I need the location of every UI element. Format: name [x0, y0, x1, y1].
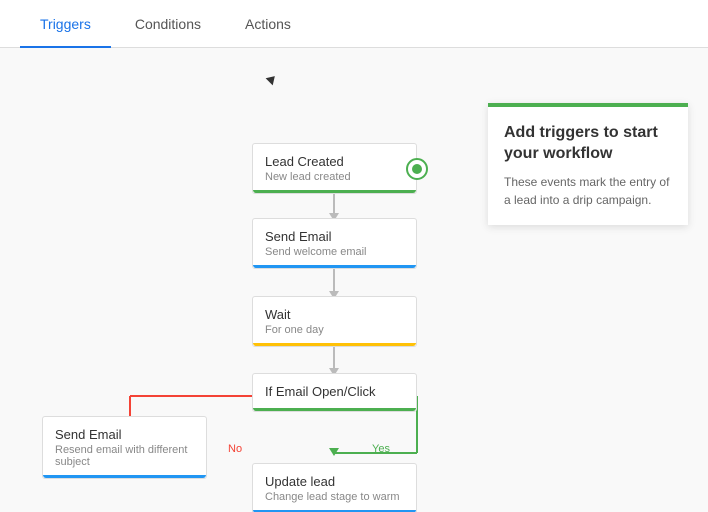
node-wait-bar	[253, 343, 416, 346]
node-if-email[interactable]: If Email Open/Click	[252, 373, 417, 412]
node-resend-email[interactable]: Send Email Resend email with different s…	[42, 416, 207, 479]
node-if-email-bar	[253, 408, 416, 411]
label-no: No	[228, 443, 242, 455]
tab-triggers[interactable]: Triggers	[20, 2, 111, 48]
node-wait-title: Wait	[265, 307, 404, 322]
node-send-email-subtitle: Send welcome email	[265, 246, 404, 258]
node-lead-created-title: Lead Created	[265, 154, 404, 169]
tab-actions[interactable]: Actions	[225, 2, 311, 48]
node-wait-subtitle: For one day	[265, 324, 404, 336]
node-resend-email-subtitle: Resend email with different subject	[55, 444, 194, 468]
node-lead-created-subtitle: New lead created	[265, 171, 404, 183]
tab-bar: Triggers Conditions Actions	[0, 0, 708, 48]
node-lead-created-bar	[253, 190, 416, 193]
node-update-lead-title: Update lead	[265, 474, 404, 489]
node-lead-created-icon	[406, 158, 428, 180]
tooltip-title: Add triggers to start your workflow	[504, 123, 672, 165]
cursor-indicator	[268, 74, 284, 90]
node-resend-email-bar	[43, 475, 206, 478]
tooltip-panel: Add triggers to start your workflow Thes…	[488, 103, 688, 225]
node-send-email[interactable]: Send Email Send welcome email	[252, 218, 417, 269]
node-lead-created[interactable]: Lead Created New lead created	[252, 143, 417, 194]
node-wait[interactable]: Wait For one day	[252, 296, 417, 347]
label-yes: Yes	[372, 443, 390, 455]
node-update-lead-subtitle: Change lead stage to warm	[265, 491, 404, 503]
node-resend-email-title: Send Email	[55, 427, 194, 442]
node-send-email-title: Send Email	[265, 229, 404, 244]
node-if-email-title: If Email Open/Click	[265, 384, 404, 399]
tooltip-description: These events mark the entry of a lead in…	[504, 173, 672, 209]
node-update-lead[interactable]: Update lead Change lead stage to warm	[252, 463, 417, 512]
tab-conditions[interactable]: Conditions	[115, 2, 221, 48]
node-send-email-bar	[253, 265, 416, 268]
main-area: Lead Created New lead created Send Email…	[0, 48, 708, 512]
